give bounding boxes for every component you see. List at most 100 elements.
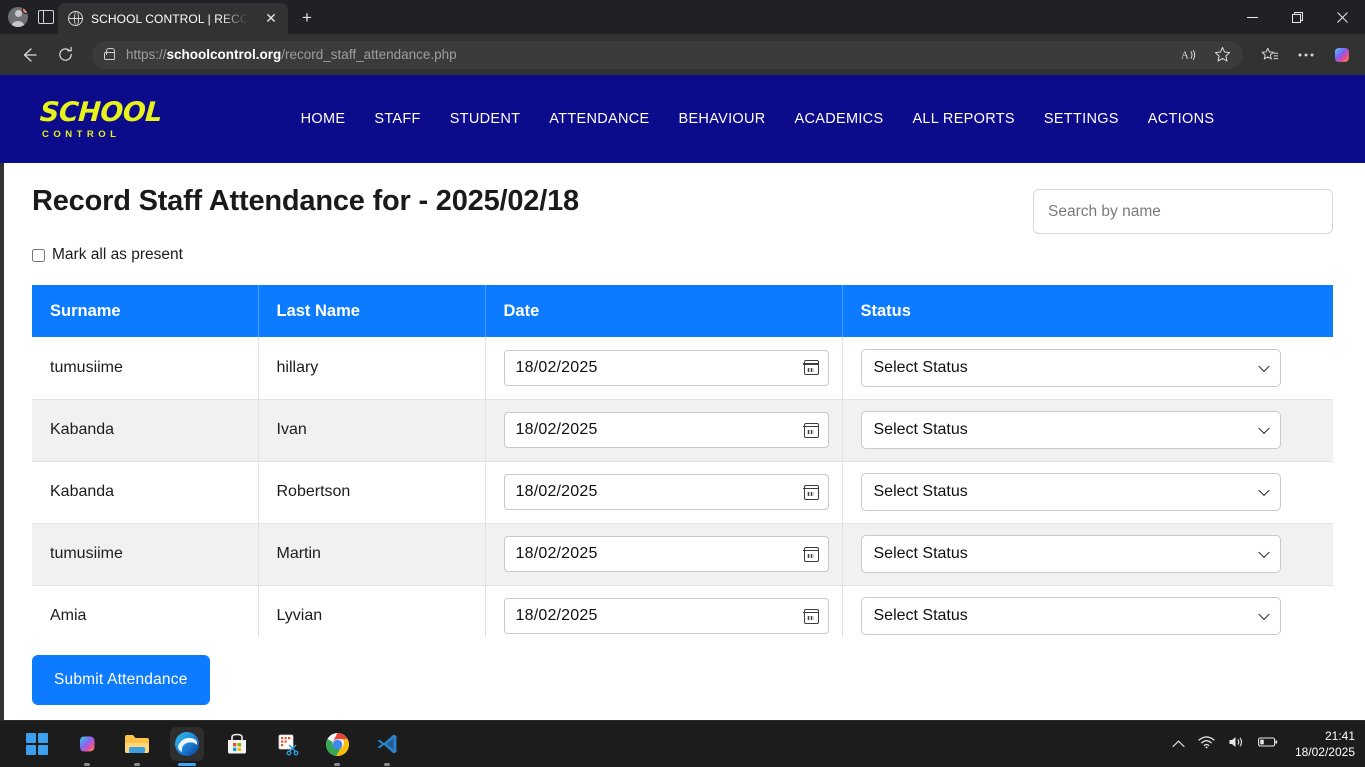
calendar-icon[interactable] [803,608,819,624]
site-logo[interactable]: SCHOOL CONTROL [38,96,164,140]
taskbar-chrome[interactable] [320,727,354,766]
address-bar[interactable]: https://schoolcontrol.org/record_staff_a… [92,40,1243,70]
status-select[interactable]: Select Status [860,411,1281,449]
nav-item-academics[interactable]: ACADEMICS [795,111,884,127]
profile-zone [0,0,58,34]
calendar-icon[interactable] [803,484,819,500]
date-input[interactable]: 18/02/2025 [503,412,829,448]
date-value: 18/02/2025 [515,421,598,438]
status-value: Select Status [873,483,968,500]
url-domain: schoolcontrol.org [166,47,282,62]
table-body: tumusiime hillary 18/02/2025 Select Stat… [32,337,1333,637]
chevron-down-icon [1257,422,1270,435]
taskbar-copilot[interactable] [70,727,104,766]
profile-avatar[interactable] [8,7,28,27]
new-tab-button[interactable]: + [296,7,318,29]
taskbar-clock[interactable]: 21:41 18/02/2025 [1295,728,1355,760]
close-tab-icon[interactable]: ✕ [260,8,282,30]
nav-item-behaviour[interactable]: BEHAVIOUR [678,111,765,127]
mark-all-present-label[interactable]: Mark all as present [52,246,183,264]
taskbar-vscode[interactable] [370,727,404,766]
date-input[interactable]: 18/02/2025 [503,474,829,510]
table-row: tumusiime Martin 18/02/2025 Select Statu… [32,523,1333,586]
status-select[interactable]: Select Status [860,348,1281,387]
logo-primary-text: SCHOOL [38,96,164,128]
submit-attendance-button[interactable]: Submit Attendance [32,655,210,705]
date-value: 18/02/2025 [515,607,598,624]
cell-date: 18/02/2025 [485,585,843,637]
date-input[interactable]: 18/02/2025 [503,536,829,572]
chevron-down-icon [1257,360,1270,372]
chevron-down-icon [1257,484,1270,497]
date-value: 18/02/2025 [515,483,598,500]
nav-item-settings[interactable]: SETTINGS [1044,111,1119,127]
calendar-icon[interactable] [803,546,819,562]
url-text: https://schoolcontrol.org/record_staff_a… [126,47,1175,62]
back-icon[interactable] [14,40,44,70]
tray-expand-icon[interactable] [1172,735,1185,753]
page-title: Record Staff Attendance for - 2025/02/18 [32,185,579,217]
site-navbar: SCHOOL CONTROL HOME STAFF STUDENT ATTEND… [0,75,1365,163]
mark-all-present-row: Mark all as present [32,246,1333,264]
battery-icon[interactable] [1257,735,1278,753]
status-select[interactable]: Select Status [860,597,1281,635]
page-viewport: SCHOOL CONTROL HOME STAFF STUDENT ATTEND… [0,75,1365,720]
cell-date: 18/02/2025 [485,523,843,586]
favorite-star-icon[interactable] [1207,40,1237,70]
calendar-icon[interactable] [803,360,819,376]
nav-item-student[interactable]: STUDENT [450,111,521,127]
nav-item-home[interactable]: HOME [301,111,346,127]
table-row: tumusiime hillary 18/02/2025 Select Stat… [32,337,1333,400]
restore-button[interactable] [1275,0,1320,34]
taskbar-snipping-tool[interactable] [270,727,304,761]
nav-item-staff[interactable]: STAFF [374,111,420,127]
taskbar-file-explorer[interactable] [120,727,154,766]
calendar-icon[interactable] [803,422,819,438]
page-content: Record Staff Attendance for - 2025/02/18… [0,163,1365,705]
minimize-button[interactable] [1230,0,1275,34]
copilot-icon[interactable] [1327,40,1357,70]
cell-last-name: hillary [258,337,486,400]
date-value: 18/02/2025 [515,358,598,376]
search-input[interactable] [1033,189,1333,234]
split-screen-icon[interactable] [38,9,54,24]
nav-item-attendance[interactable]: ATTENDANCE [549,111,649,127]
nav-item-actions[interactable]: ACTIONS [1148,111,1215,127]
cell-surname: Amia [32,585,259,637]
collections-icon[interactable] [1255,40,1285,70]
column-header-last-name: Last Name [258,285,486,337]
taskbar-microsoft-store[interactable] [220,727,254,761]
settings-more-icon[interactable] [1291,40,1321,70]
chevron-down-icon [1257,546,1270,559]
cell-date: 18/02/2025 [485,399,843,462]
cell-status: Select Status [842,399,1333,462]
browser-tab[interactable]: SCHOOL CONTROL | RECORD STA ✕ [58,3,288,34]
taskbar-edge[interactable] [170,727,204,766]
running-indicator [178,763,196,766]
nav-item-all-reports[interactable]: ALL REPORTS [912,111,1014,127]
cell-status: Select Status [842,461,1333,524]
cell-status: Select Status [842,585,1333,637]
date-input[interactable]: 18/02/2025 [503,598,829,634]
status-select[interactable]: Select Status [860,535,1281,573]
reload-icon[interactable] [50,40,80,70]
volume-icon[interactable] [1228,735,1245,754]
running-indicator [84,763,90,766]
lock-icon [104,47,115,60]
cell-surname: Kabanda [32,399,259,462]
date-input[interactable]: 18/02/2025 [503,349,829,386]
omnibox-actions: A [1175,40,1237,70]
page-header-row: Record Staff Attendance for - 2025/02/18 [32,163,1333,234]
table-row: Kabanda Ivan 18/02/2025 Select Status [32,399,1333,462]
start-button[interactable] [20,727,54,761]
wifi-icon[interactable] [1198,735,1215,754]
status-select[interactable]: Select Status [860,473,1281,511]
mark-all-present-checkbox[interactable] [32,248,45,262]
status-value: Select Status [873,421,968,438]
url-path: /record_staff_attendance.php [281,47,457,62]
browser-toolbar: https://schoolcontrol.org/record_staff_a… [0,34,1365,75]
read-aloud-icon[interactable]: A [1175,40,1205,70]
cell-surname: tumusiime [32,523,259,586]
clock-time: 21:41 [1324,729,1355,743]
close-window-button[interactable] [1320,0,1365,34]
